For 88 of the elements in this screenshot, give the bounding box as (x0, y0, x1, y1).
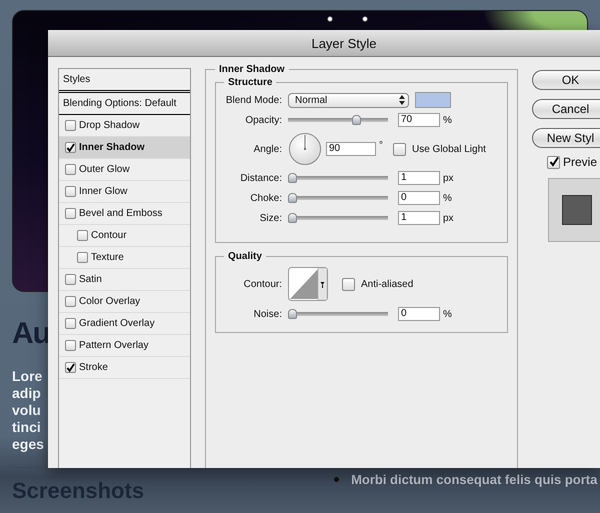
list-item[interactable]: Satin (59, 269, 190, 291)
list-item[interactable]: Contour (59, 225, 190, 247)
checkbox[interactable] (65, 362, 76, 373)
angle-dial[interactable] (288, 132, 322, 166)
paragraph-line: adip (12, 385, 42, 402)
group-title: Quality (227, 251, 263, 262)
checkbox[interactable] (77, 230, 88, 241)
list-item[interactable]: Pattern Overlay (59, 335, 190, 357)
checkbox[interactable] (65, 274, 76, 285)
field-label: Blend Mode: (224, 94, 282, 106)
item-label: Inner Shadow (79, 142, 145, 153)
slider-thumb[interactable] (288, 309, 297, 319)
bullet-item: Morbi dictum consequat felis quis porta (334, 472, 598, 487)
list-header: Styles (59, 69, 190, 93)
unit-label: px (443, 212, 454, 224)
checkbox[interactable] (77, 252, 88, 263)
paragraph-line: volu (12, 402, 42, 419)
field-label: Noise: (252, 308, 282, 320)
list-item[interactable]: Gradient Overlay (59, 313, 190, 335)
list-item[interactable]: Inner Shadow (59, 137, 190, 159)
slider-thumb[interactable] (352, 115, 362, 125)
slider-thumb[interactable] (288, 213, 297, 223)
list-item[interactable]: Inner Glow (59, 181, 190, 203)
updown-icon (398, 94, 406, 106)
field-label: Angle: (252, 144, 282, 154)
item-label: Satin (79, 274, 102, 285)
checkbox[interactable] (393, 142, 406, 156)
checkbox[interactable] (65, 164, 76, 175)
unit-label: px (443, 172, 454, 184)
item-label: Inner Glow (79, 186, 128, 197)
value-field[interactable]: 90 (326, 142, 376, 156)
checkbox[interactable] (65, 208, 76, 219)
item-label: Color Overlay (79, 296, 140, 307)
item-label: Bevel and Emboss (79, 208, 162, 219)
item-label: Gradient Overlay (79, 318, 155, 329)
dialog-button[interactable]: New Styl (532, 128, 600, 148)
checkbox[interactable] (65, 186, 76, 197)
item-label: Contour (91, 230, 127, 241)
field-label: Distance: (239, 172, 282, 184)
value-field[interactable]: 70 (398, 113, 440, 127)
checkbox-label: Previe (563, 155, 598, 169)
value-field[interactable]: 0 (398, 191, 440, 205)
paragraph-line: Lore (12, 368, 44, 385)
field-label: Opacity: (244, 114, 282, 126)
item-label: Pattern Overlay (79, 340, 148, 351)
preview-swatch (562, 195, 592, 225)
item-label: Drop Shadow (79, 120, 140, 131)
page-heading: Au (12, 316, 50, 352)
dialog-button[interactable]: OK (532, 70, 600, 90)
list-item[interactable]: Texture (59, 247, 190, 269)
color-swatch[interactable] (415, 92, 451, 108)
paragraph-line: tinci (12, 419, 42, 436)
unit-label: ° (379, 140, 383, 151)
list-item[interactable]: Stroke (59, 357, 190, 379)
group-title: Structure (227, 77, 274, 88)
item-label: Outer Glow (79, 164, 130, 175)
window-title: Layer Style (311, 36, 377, 50)
checkbox[interactable] (65, 340, 76, 351)
checkbox[interactable] (65, 142, 76, 153)
item-label: Stroke (79, 362, 108, 373)
unit-label: % (443, 308, 452, 320)
value-field[interactable]: 1 (398, 211, 440, 225)
checkbox[interactable] (65, 296, 76, 307)
checkbox[interactable] (65, 120, 76, 131)
unit-label: % (443, 114, 452, 126)
list-item[interactable]: Color Overlay (59, 291, 190, 313)
list-item[interactable]: Bevel and Emboss (59, 203, 190, 225)
list-item[interactable]: Blending Options: Default (59, 93, 190, 115)
paragraph-line: eges (12, 436, 45, 453)
slider-thumb[interactable] (288, 173, 297, 183)
field-label: Contour: (242, 278, 282, 290)
value-field[interactable]: 0 (398, 307, 440, 321)
field-label: Choke: (249, 192, 282, 204)
slider-thumb[interactable] (288, 193, 297, 203)
contour-picker[interactable] (288, 267, 328, 301)
checkbox[interactable] (342, 278, 355, 290)
group-title: Inner Shadow (218, 64, 286, 75)
value-field[interactable]: 1 (398, 171, 440, 185)
list-item[interactable]: Outer Glow (59, 159, 190, 181)
checkbox[interactable] (65, 318, 76, 329)
field-label: Size: (258, 212, 282, 224)
checkbox-label: Use Global Light (412, 144, 486, 154)
item-label: Texture (91, 252, 124, 263)
dialog-button[interactable]: Cancel (532, 99, 600, 119)
unit-label: % (443, 192, 452, 204)
blend-mode-select[interactable]: Normal (288, 92, 409, 108)
checkbox-label: Anti-aliased (361, 278, 414, 290)
checkbox[interactable] (547, 156, 560, 168)
